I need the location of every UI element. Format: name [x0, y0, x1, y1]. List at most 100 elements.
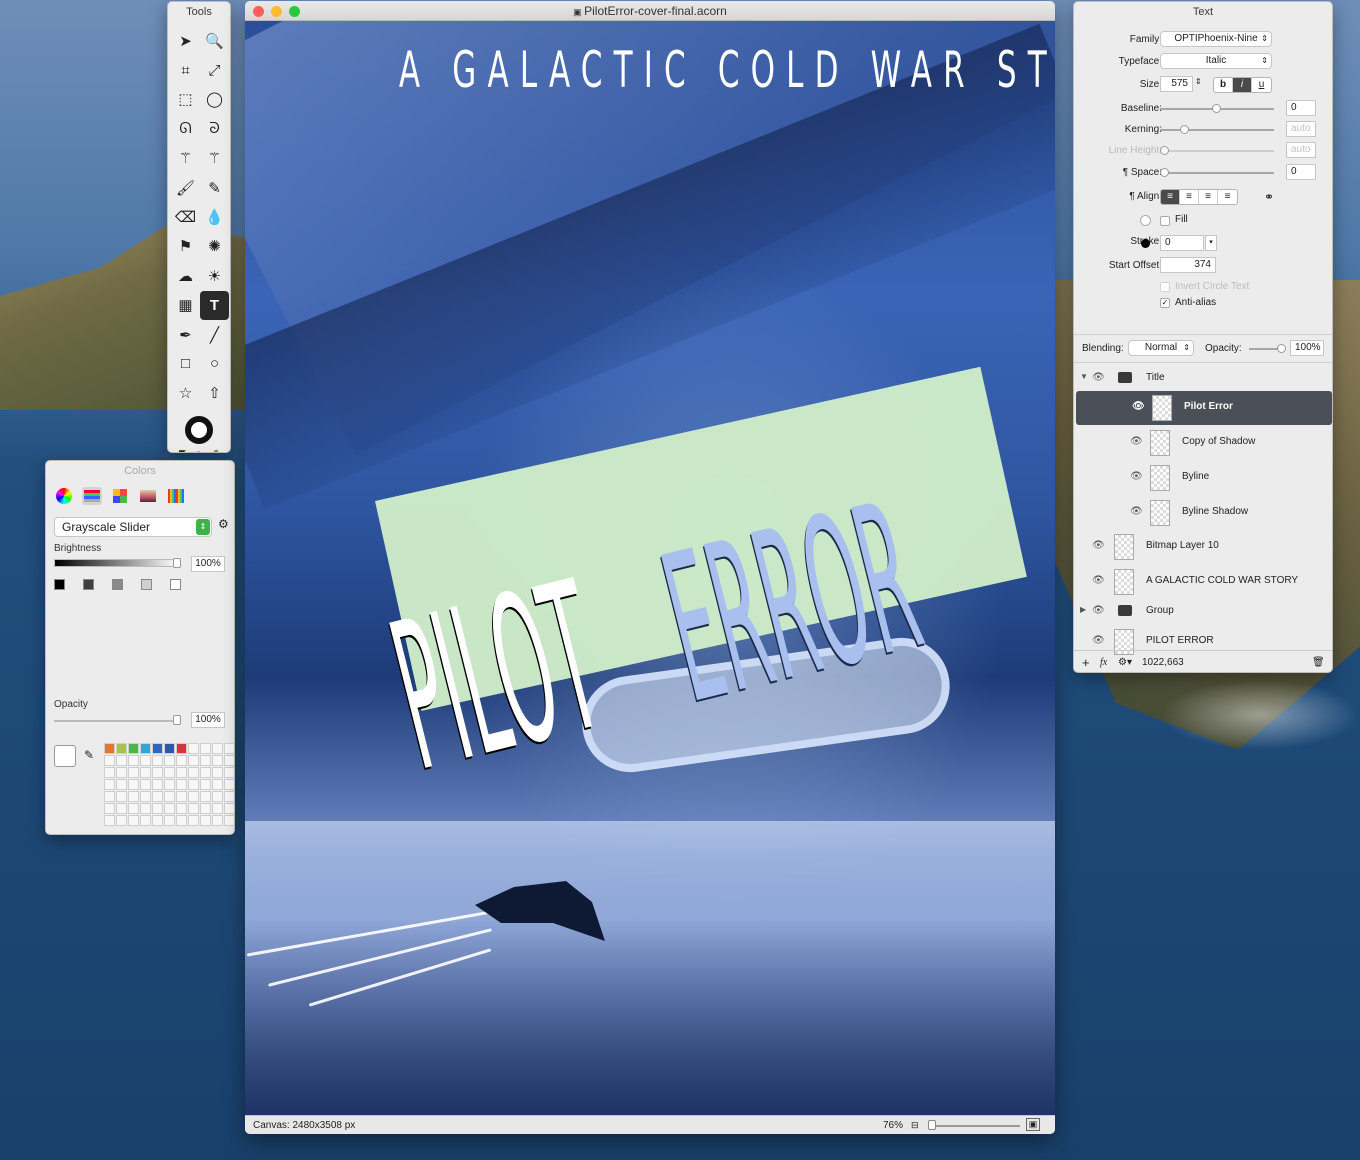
layer-row[interactable]: 👁 Bitmap Layer 10 [1074, 530, 1332, 564]
color-swatch[interactable] [224, 767, 234, 778]
color-swatch[interactable] [116, 803, 127, 814]
text-tool-icon[interactable]: T [200, 290, 229, 320]
blending-popup[interactable]: Normal ⇕ [1128, 340, 1194, 356]
color-swatch[interactable] [152, 755, 163, 766]
color-swatch[interactable] [140, 803, 151, 814]
kerning-field[interactable]: auto [1286, 121, 1316, 137]
color-swatch[interactable] [176, 791, 187, 802]
align-center-icon[interactable]: ≡ [1180, 190, 1199, 204]
align-left-icon[interactable]: ≡ [1161, 190, 1180, 204]
current-color-well[interactable] [54, 745, 76, 767]
trash-icon[interactable]: 🗑 [1312, 651, 1325, 672]
layer-gear-icon[interactable]: ⚙▾ [1118, 651, 1132, 672]
color-swatch[interactable] [104, 803, 115, 814]
layer-opacity-slider[interactable] [1249, 344, 1286, 353]
visibility-eye-icon[interactable]: 👁 [1130, 471, 1143, 482]
cloud-icon[interactable]: ☁ [171, 261, 200, 290]
color-swatch[interactable] [128, 755, 139, 766]
color-swatch[interactable] [176, 743, 187, 754]
color-swatch[interactable] [140, 779, 151, 790]
color-swatch[interactable] [224, 743, 234, 754]
magic-wand-icon[interactable]: ⚚ [171, 144, 200, 173]
zoom-icon[interactable]: 🔍 [200, 26, 229, 55]
arrow-icon[interactable]: ➤ [171, 26, 200, 55]
layer-row[interactable]: 👁 Copy of Shadow [1074, 426, 1332, 460]
visibility-eye-icon[interactable]: 👁 [1130, 436, 1143, 447]
star-icon[interactable]: ☆ [171, 379, 200, 408]
color-swatch[interactable] [188, 791, 199, 802]
color-swatch[interactable] [200, 803, 211, 814]
resize-icon[interactable]: ⤢ [200, 55, 229, 84]
gray-swatch[interactable] [170, 579, 181, 590]
color-swatch[interactable] [200, 791, 211, 802]
color-swatch[interactable] [200, 767, 211, 778]
lasso-icon[interactable]: ᘏ [171, 114, 200, 143]
color-swatch[interactable] [104, 743, 115, 754]
typeface-popup[interactable]: Italic ⇕ [1160, 53, 1272, 69]
eyedropper-icon[interactable]: ✐ [211, 448, 219, 452]
color-swatch[interactable] [140, 755, 151, 766]
italic-button[interactable]: i [1233, 78, 1252, 92]
color-swatch[interactable] [104, 779, 115, 790]
color-swatch[interactable] [164, 779, 175, 790]
color-swatch[interactable] [212, 767, 223, 778]
line-height-slider-thumb[interactable] [1160, 146, 1169, 155]
visibility-eye-icon[interactable]: 👁 [1132, 401, 1145, 412]
zoom-slider-thumb[interactable] [928, 1120, 936, 1130]
image-canvas[interactable]: A GALACTIC COLD WAR STORY PILOT ERROR [245, 21, 1055, 1115]
color-swatch[interactable] [164, 803, 175, 814]
color-swatch[interactable] [224, 779, 234, 790]
disclosure-triangle-icon[interactable]: ▶ [1080, 605, 1086, 614]
color-swatch[interactable] [128, 803, 139, 814]
crop-icon[interactable]: ⌗ [171, 55, 200, 84]
stamp-icon[interactable]: ⚑ [171, 232, 200, 261]
pencil-icon[interactable]: ✎ [200, 173, 229, 202]
stroke-dropdown-icon[interactable]: ▾ [1205, 235, 1217, 251]
color-swatch[interactable] [152, 803, 163, 814]
color-swatch[interactable] [224, 803, 234, 814]
color-swatch[interactable] [140, 791, 151, 802]
align-right-icon[interactable]: ≡ [1199, 190, 1218, 204]
default-colors-icon[interactable]: ● [196, 448, 201, 452]
gray-swatch[interactable] [83, 579, 94, 590]
invert-circle-checkbox[interactable] [1160, 282, 1170, 292]
image-palettes-tab[interactable] [138, 487, 158, 505]
color-swatch[interactable] [164, 815, 175, 826]
opacity-value[interactable]: 100% [191, 712, 225, 728]
color-swatch[interactable] [152, 743, 163, 754]
color-swatch[interactable] [188, 743, 199, 754]
color-swatch[interactable] [188, 779, 199, 790]
brightness-value[interactable]: 100% [191, 556, 225, 572]
color-swatch[interactable] [212, 791, 223, 802]
slider-mode-select[interactable]: Grayscale Slider ⇕ [54, 517, 212, 537]
color-swatch[interactable] [164, 767, 175, 778]
color-swatch[interactable] [224, 755, 234, 766]
layer-opacity-field[interactable]: 100% [1290, 340, 1324, 356]
color-swatch[interactable] [140, 743, 151, 754]
line-height-field[interactable]: auto [1286, 142, 1316, 158]
baseline-slider[interactable] [1160, 104, 1274, 113]
line-icon[interactable]: ╱ [200, 320, 229, 349]
smudge-icon[interactable]: 💧 [200, 202, 229, 231]
color-swatch[interactable] [164, 743, 175, 754]
pen-icon[interactable]: ✒ [171, 320, 200, 349]
eyedropper-icon[interactable]: ✎ [84, 748, 94, 762]
effects-icon[interactable]: ✺ [200, 232, 229, 261]
color-swatch[interactable] [188, 755, 199, 766]
color-swatch[interactable] [164, 755, 175, 766]
line-height-slider[interactable] [1160, 146, 1274, 155]
effects-fx-icon[interactable]: fx [1100, 651, 1107, 672]
baseline-slider-thumb[interactable] [1212, 104, 1221, 113]
swap-colors-icon[interactable]: ◤ [179, 448, 186, 452]
color-swatch[interactable] [188, 815, 199, 826]
color-swatch[interactable] [164, 791, 175, 802]
color-swatch[interactable] [176, 815, 187, 826]
opacity-slider[interactable] [54, 720, 179, 722]
color-swatch[interactable] [200, 779, 211, 790]
align-justify-icon[interactable]: ≡ [1218, 190, 1237, 204]
font-size-field[interactable]: 575 [1160, 76, 1193, 92]
color-swatch[interactable] [212, 743, 223, 754]
layer-row[interactable]: 👁 Byline [1074, 461, 1332, 495]
color-swatch[interactable] [200, 815, 211, 826]
color-swatch[interactable] [104, 791, 115, 802]
